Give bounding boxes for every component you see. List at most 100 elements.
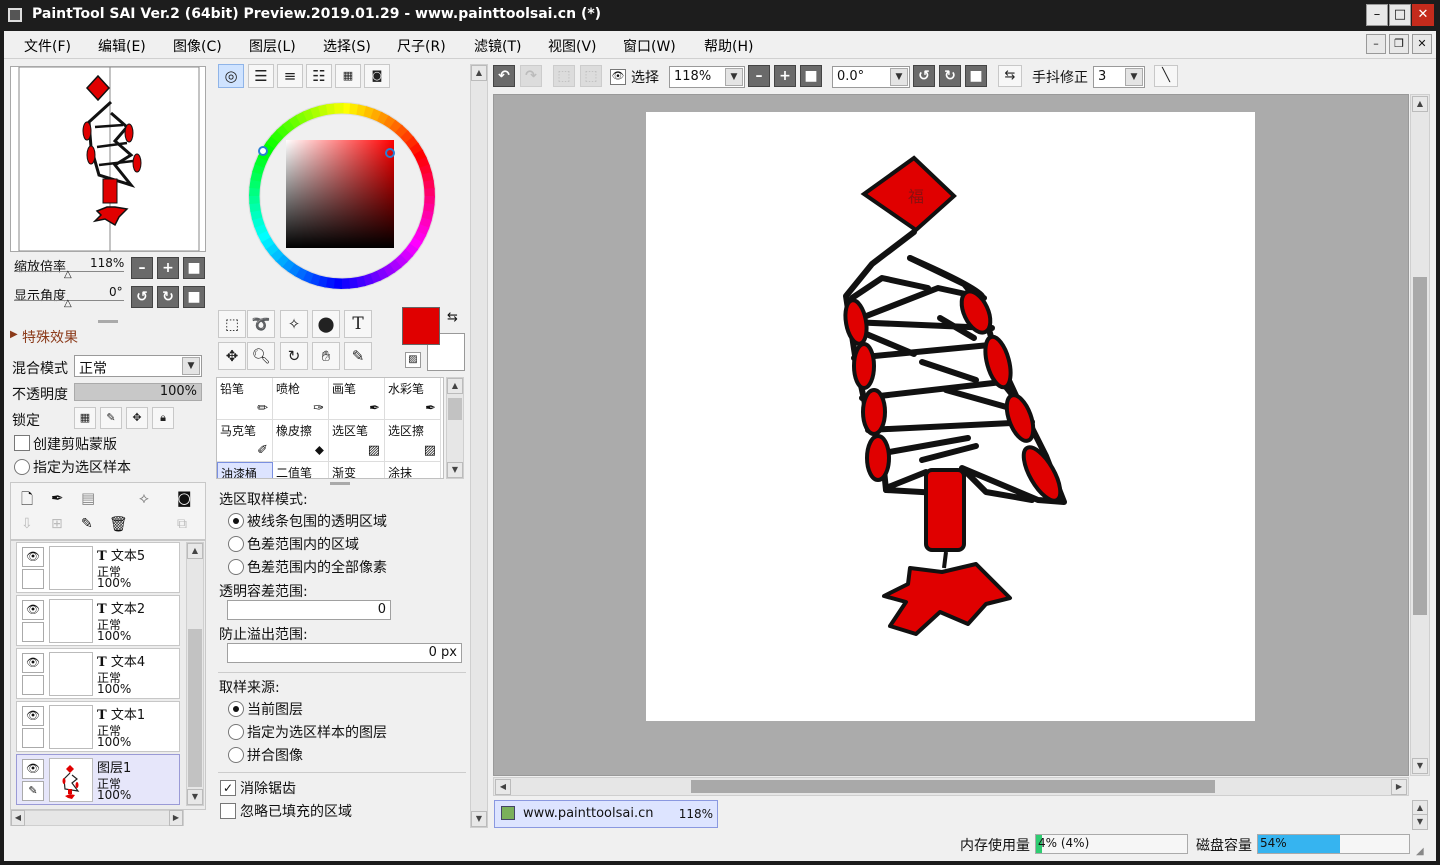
merge-layer-icon[interactable]: ⊞ [51,516,63,532]
brush-brush[interactable]: 画笔 ✒︎ [329,378,385,420]
opacity-slider[interactable]: 100% [74,383,202,401]
expand-arrow-icon[interactable]: ▶ [10,329,18,340]
zoom-reset-button[interactable]: ■ [183,257,205,279]
canvas-angle-dropdown[interactable]: 0.0° ▼ [832,66,910,88]
eye-icon[interactable]: 👁︎ [22,759,44,779]
selection-sample-radio[interactable] [14,459,30,475]
new-vector-layer-icon[interactable]: ✒ [51,489,64,507]
menu-select[interactable]: 选择(S) [323,36,371,56]
canvas-zoom-in-button[interactable]: + [774,65,796,87]
menu-filter[interactable]: 滤镜(T) [474,36,521,56]
clip-mask-checkbox[interactable] [14,435,30,451]
eye-icon[interactable]: 👁︎ [22,547,44,567]
scroll-thumb[interactable] [691,780,1215,793]
deselect-button[interactable]: ⬚ [553,65,575,87]
trash-icon[interactable]: 🗑︎ [109,515,128,533]
blend-mode-dropdown[interactable]: 正常 ▼ [74,355,202,377]
brush-pencil[interactable]: 铅笔 ✏︎ [217,378,273,420]
scroll-right-arrow[interactable]: ▶ [169,810,183,826]
lock-move-icon[interactable]: ✥ [126,407,148,429]
canvas-vscrollbar[interactable]: ▲ ▼ [1410,94,1430,776]
tab-scroll-down[interactable]: ▼ [1412,814,1428,830]
layer-list-scrollbar[interactable]: ▲ ▼ [186,542,204,806]
color-list-icon[interactable]: ☷ [306,64,332,88]
hsv-slider-icon[interactable]: ≡ [277,64,303,88]
pen-icon[interactable]: ✎ [22,781,44,801]
mode-radio-range[interactable] [228,536,244,552]
brush-watercolor[interactable]: 水彩笔 ✒︎ [385,378,441,420]
canvas-rotate-left-button[interactable]: ↺ [913,65,935,87]
source-radio-merged[interactable] [228,747,244,763]
brush-binary-pen[interactable]: 二值笔✎ [273,462,329,478]
hand-icon[interactable]: ✋︎ [312,342,340,370]
line-tool-icon[interactable]: ╲ [1154,65,1178,87]
canvas-rotate-right-button[interactable]: ↻ [939,65,961,87]
brush-smudge[interactable]: 涂抹☁ [385,462,441,478]
drawing-canvas[interactable]: 福 [646,112,1255,721]
angle-slider-thumb[interactable]: △ [64,299,72,309]
lock-paint-icon[interactable]: ✎ [100,407,122,429]
rotate-reset-button[interactable]: ■ [183,286,205,308]
rotate-right-button[interactable]: ↻ [157,286,179,308]
mdi-minimize-button[interactable]: – [1366,34,1386,54]
ignore-filled-checkbox[interactable] [220,803,236,819]
eye-icon[interactable]: 👁︎ [22,706,44,726]
mdi-restore-button[interactable]: ❐ [1389,34,1409,54]
layer-row[interactable]: 👁︎ T 文本2 正常 100% [16,595,180,646]
scroll-left-arrow[interactable]: ◀ [495,779,511,795]
primary-color-swatch[interactable] [402,307,440,345]
new-layer-icon[interactable]: 🗋︎ [21,489,33,514]
menu-file[interactable]: 文件(F) [24,36,71,56]
zoom-tool-icon[interactable]: 🔍︎ [247,342,275,370]
clear-layer-icon[interactable]: ✎ [81,516,93,532]
brush-selection-pen[interactable]: 选区笔 ▨ [329,420,385,462]
lock-all-icon[interactable]: 🔒︎ [152,407,174,429]
canvas-zoom-out-button[interactable]: – [748,65,770,87]
overflow-input[interactable]: 0 px [227,643,462,663]
layer-row[interactable]: 👁︎ T 文本1 正常 100% [16,701,180,752]
flip-horizontal-icon[interactable]: ⇆ [998,65,1022,87]
scroll-up-arrow[interactable]: ▲ [1412,96,1428,112]
scroll-up-arrow[interactable]: ▲ [447,378,463,394]
layer-list-hscrollbar[interactable]: ◀ ▶ [10,810,184,826]
navigator-preview[interactable] [10,66,206,252]
hue-segment[interactable] [333,103,344,115]
mask-icon[interactable]: ◙ [177,489,192,507]
apply-mask-icon[interactable]: ⧉ [177,516,187,532]
layer-row-selected[interactable]: 👁︎ ✎ 图层1 正常 100% [16,754,180,805]
canvas-rotate-reset-button[interactable]: ■ [965,65,987,87]
hue-handle[interactable] [258,146,268,156]
tolerance-input[interactable]: 0 [227,600,391,620]
undo-button[interactable]: ↶ [493,65,515,87]
magic-wand-icon[interactable]: ✧ [280,310,308,338]
canvas-zoom-dropdown[interactable]: 118% ▼ [669,66,745,88]
brush-airbrush[interactable]: 喷枪 ✑ [273,378,329,420]
zoom-in-button[interactable]: + [157,257,179,279]
stabilizer-dropdown[interactable]: 3 ▼ [1093,66,1145,88]
source-radio-current[interactable] [228,701,244,717]
eyedropper-icon[interactable]: ✎ [344,342,372,370]
menu-window[interactable]: 窗口(W) [623,36,676,56]
layer-row[interactable]: 👁︎ T 文本4 正常 100% [16,648,180,699]
scroll-down-arrow[interactable]: ▼ [1412,758,1428,774]
brush-marker[interactable]: 马克笔 ✐ [217,420,273,462]
selection-visible-eye-icon[interactable]: 👁︎ [610,69,626,85]
panel-splitter-grip[interactable] [98,320,118,323]
scroll-thumb[interactable] [188,629,202,787]
zoom-slider-thumb[interactable]: △ [64,270,72,280]
eye-icon[interactable]: 👁︎ [22,600,44,620]
rotate-left-button[interactable]: ↺ [131,286,153,308]
menu-layer[interactable]: 图层(L) [249,36,296,56]
zoom-out-button[interactable]: – [131,257,153,279]
menu-image[interactable]: 图像(C) [173,36,222,56]
menu-help[interactable]: 帮助(H) [704,36,753,56]
redo-button[interactable]: ↷ [520,65,542,87]
scroll-left-arrow[interactable]: ◀ [11,810,25,826]
move-icon[interactable]: ✥ [218,342,246,370]
brush-gradient[interactable]: 渐变▤ [329,462,385,478]
scroll-thumb[interactable] [448,398,462,420]
scroll-down-arrow[interactable]: ▼ [471,811,487,827]
rect-select-icon[interactable]: ⬚ [218,310,246,338]
scroll-down-arrow[interactable]: ▼ [187,789,203,805]
brush-scrollbar[interactable]: ▲ ▼ [446,377,464,479]
